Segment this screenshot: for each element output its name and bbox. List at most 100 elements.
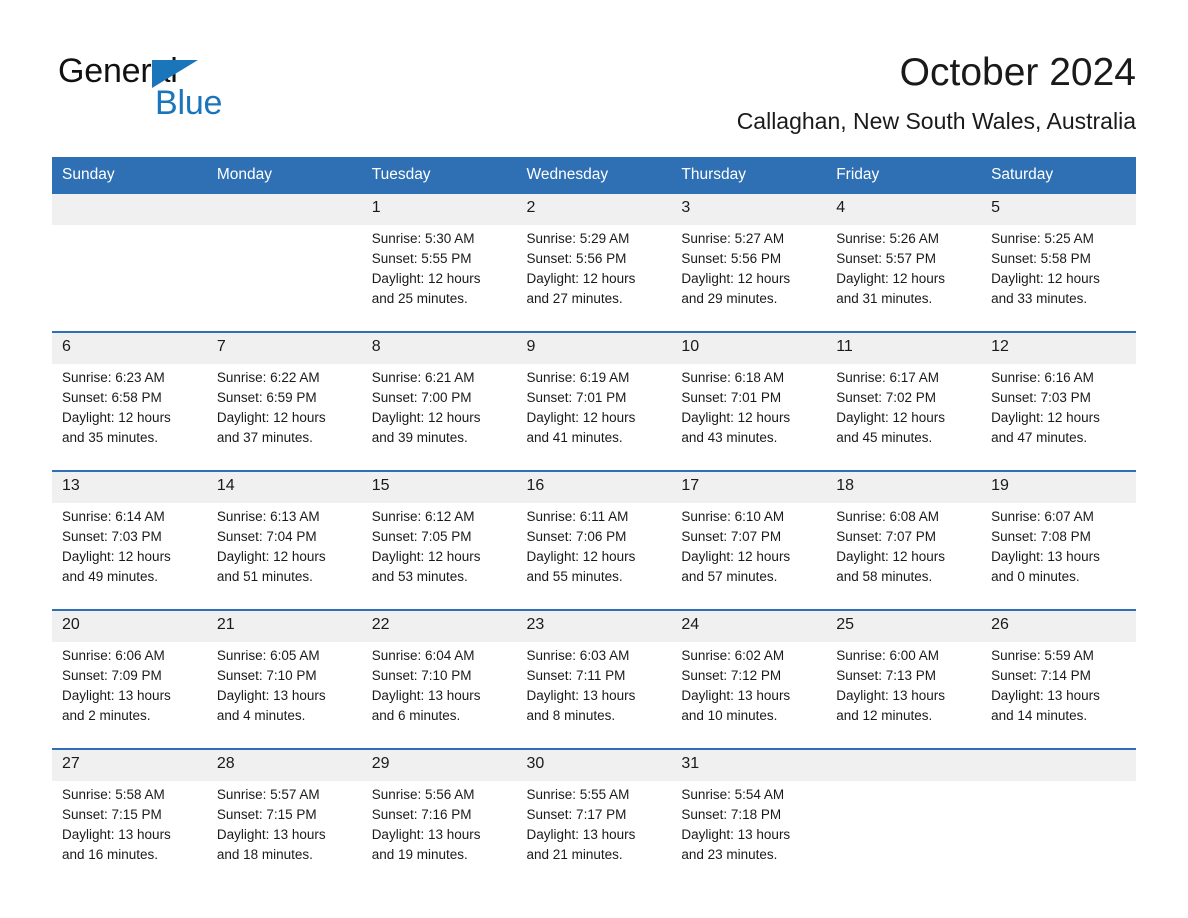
day-detail-cell[interactable]: Sunrise: 5:30 AM Sunset: 5:55 PM Daylight:…: [361, 225, 517, 331]
sunrise-text: Sunrise: 5:27 AM: [681, 231, 785, 246]
sunrise-text: Sunrise: 5:54 AM: [681, 787, 785, 802]
sunset-text: Sunset: 7:07 PM: [681, 529, 782, 544]
sunrise-sunset-calendar: Sunday Monday Tuesday Wednesday Thursday…: [52, 157, 1136, 887]
day-detail-cell[interactable]: Sunrise: 6:08 AM Sunset: 7:07 PM Daylight:…: [826, 503, 982, 609]
sunrise-text: Sunrise: 5:55 AM: [526, 787, 630, 802]
day-detail-cell[interactable]: Sunrise: 6:17 AM Sunset: 7:02 PM Daylight:…: [826, 364, 982, 470]
day-number-cell[interactable]: 30: [516, 750, 672, 781]
day-number-cell[interactable]: 13: [52, 472, 207, 503]
daylight-text-line1: Daylight: 13 hours: [681, 688, 791, 703]
sunrise-text: Sunrise: 6:18 AM: [681, 370, 785, 385]
day-number-cell[interactable]: 25: [826, 611, 982, 642]
day-number-cell[interactable]: 4: [826, 194, 982, 225]
sunrise-text: Sunrise: 5:59 AM: [991, 648, 1094, 663]
day-number-cell[interactable]: 1: [361, 194, 517, 225]
day-number-cell[interactable]: 21: [206, 611, 362, 642]
day-number-cell[interactable]: 22: [361, 611, 517, 642]
day-detail-cell[interactable]: Sunrise: 6:13 AM Sunset: 7:04 PM Daylight:…: [206, 503, 362, 609]
daylight-text-line1: Daylight: 13 hours: [371, 827, 481, 842]
daylight-text-line1: Daylight: 13 hours: [991, 549, 1100, 564]
day-number-cell[interactable]: 8: [361, 333, 517, 364]
day-number-cell[interactable]: 29: [361, 750, 517, 781]
daylight-text-line1: Daylight: 13 hours: [216, 688, 326, 703]
daylight-text-line1: Daylight: 13 hours: [681, 827, 791, 842]
table-row: 12345: [52, 194, 1136, 225]
weekday-header-thursday: Thursday: [671, 157, 827, 194]
day-number-cell[interactable]: 5: [981, 194, 1136, 225]
day-detail-cell[interactable]: Sunrise: 5:26 AM Sunset: 5:57 PM Daylight:…: [826, 225, 982, 331]
weekday-header-sunday: Sunday: [52, 157, 207, 194]
day-detail-cell[interactable]: Sunrise: 6:23 AM Sunset: 6:58 PM Daylight:…: [52, 364, 207, 470]
day-detail-cell[interactable]: Sunrise: 6:03 AM Sunset: 7:11 PM Daylight:…: [516, 642, 672, 748]
day-detail-cell[interactable]: Sunrise: 6:02 AM Sunset: 7:12 PM Daylight:…: [671, 642, 827, 748]
day-detail-cell[interactable]: Sunrise: 5:58 AM Sunset: 7:15 PM Daylight:…: [52, 781, 207, 887]
day-number-cell[interactable]: 11: [826, 333, 982, 364]
day-detail-cell[interactable]: Sunrise: 6:04 AM Sunset: 7:10 PM Daylight:…: [361, 642, 517, 748]
day-number-cell[interactable]: 6: [52, 333, 207, 364]
sunset-text: Sunset: 7:14 PM: [991, 668, 1091, 683]
day-detail-cell[interactable]: Sunrise: 5:29 AM Sunset: 5:56 PM Daylight:…: [516, 225, 672, 331]
day-number-cell[interactable]: 23: [516, 611, 672, 642]
day-detail-cell[interactable]: Sunrise: 6:10 AM Sunset: 7:07 PM Daylight:…: [671, 503, 827, 609]
day-detail-cell[interactable]: Sunrise: 6:07 AM Sunset: 7:08 PM Daylight:…: [981, 503, 1136, 609]
sunrise-text: Sunrise: 6:07 AM: [991, 509, 1094, 524]
day-number-cell[interactable]: 16: [516, 472, 672, 503]
day-number-cell[interactable]: 3: [671, 194, 827, 225]
sunset-text: Sunset: 7:00 PM: [371, 390, 472, 405]
day-detail-cell[interactable]: Sunrise: 6:06 AM Sunset: 7:09 PM Daylight:…: [52, 642, 207, 748]
logo-text-blue: Blue: [155, 84, 223, 122]
day-detail-cell[interactable]: Sunrise: 5:55 AM Sunset: 7:17 PM Daylight:…: [516, 781, 672, 887]
daylight-text-line2: and 16 minutes.: [62, 847, 159, 862]
sunrise-text: Sunrise: 6:11 AM: [526, 509, 629, 524]
generalblue-logo[interactable]: General Blue: [58, 52, 318, 122]
daylight-text-line2: and 27 minutes.: [526, 291, 623, 306]
daylight-text-line1: Daylight: 12 hours: [991, 410, 1100, 425]
day-detail-cell[interactable]: Sunrise: 5:56 AM Sunset: 7:16 PM Daylight:…: [361, 781, 517, 887]
day-detail-cell[interactable]: Sunrise: 5:25 AM Sunset: 5:58 PM Daylight:…: [981, 225, 1136, 331]
day-detail-cell[interactable]: Sunrise: 6:19 AM Sunset: 7:01 PM Daylight:…: [516, 364, 672, 470]
day-detail-cell[interactable]: Sunrise: 6:11 AM Sunset: 7:06 PM Daylight:…: [516, 503, 672, 609]
day-detail-cell[interactable]: Sunrise: 6:12 AM Sunset: 7:05 PM Daylight:…: [361, 503, 517, 609]
day-detail-cell[interactable]: Sunrise: 5:54 AM Sunset: 7:18 PM Daylight:…: [671, 781, 827, 887]
day-number-cell[interactable]: 17: [671, 472, 827, 503]
daylight-text-line2: and 35 minutes.: [62, 430, 159, 445]
day-number-cell[interactable]: 20: [52, 611, 207, 642]
day-number-cell[interactable]: 12: [981, 333, 1136, 364]
page-subtitle: Callaghan, New South Wales, Australia: [736, 108, 1136, 134]
daylight-text-line2: and 23 minutes.: [681, 847, 778, 862]
sunrise-text: Sunrise: 6:05 AM: [216, 648, 320, 663]
day-detail-cell[interactable]: Sunrise: 5:59 AM Sunset: 7:14 PM Daylight:…: [981, 642, 1136, 748]
day-detail-cell[interactable]: Sunrise: 6:18 AM Sunset: 7:01 PM Daylight:…: [671, 364, 827, 470]
day-detail-cell[interactable]: Sunrise: 6:21 AM Sunset: 7:00 PM Daylight:…: [361, 364, 517, 470]
day-detail-cell[interactable]: Sunrise: 5:57 AM Sunset: 7:15 PM Daylight:…: [206, 781, 362, 887]
sunrise-text: Sunrise: 6:10 AM: [681, 509, 785, 524]
day-number-cell[interactable]: 9: [516, 333, 672, 364]
sunrise-text: Sunrise: 5:58 AM: [62, 787, 165, 802]
day-number-cell[interactable]: 19: [981, 472, 1136, 503]
day-detail-cell[interactable]: Sunrise: 6:22 AM Sunset: 6:59 PM Daylight:…: [206, 364, 362, 470]
calendar-header: Sunday Monday Tuesday Wednesday Thursday…: [52, 157, 1136, 194]
sunrise-text: Sunrise: 6:17 AM: [836, 370, 940, 385]
daylight-text-line2: and 39 minutes.: [371, 430, 468, 445]
sunrise-text: Sunrise: 6:08 AM: [836, 509, 940, 524]
day-number-cell[interactable]: 2: [516, 194, 672, 225]
day-number-cell[interactable]: 26: [981, 611, 1136, 642]
day-number-cell[interactable]: 27: [52, 750, 207, 781]
day-number-cell[interactable]: 18: [826, 472, 982, 503]
day-detail-cell[interactable]: Sunrise: 6:14 AM Sunset: 7:03 PM Daylight:…: [52, 503, 207, 609]
day-number-cell[interactable]: 14: [206, 472, 362, 503]
day-detail-cell[interactable]: Sunrise: 6:05 AM Sunset: 7:10 PM Daylight:…: [206, 642, 362, 748]
day-number-cell[interactable]: 28: [206, 750, 362, 781]
sunset-text: Sunset: 7:16 PM: [371, 807, 472, 822]
day-number-cell[interactable]: 24: [671, 611, 827, 642]
day-detail-cell[interactable]: Sunrise: 6:16 AM Sunset: 7:03 PM Daylight:…: [981, 364, 1136, 470]
day-number-cell[interactable]: 10: [671, 333, 827, 364]
daylight-text-line2: and 51 minutes.: [216, 569, 313, 584]
day-number-cell[interactable]: 15: [361, 472, 517, 503]
day-detail-cell[interactable]: Sunrise: 5:27 AM Sunset: 5:56 PM Daylight:…: [671, 225, 827, 331]
day-detail-cell[interactable]: Sunrise: 6:00 AM Sunset: 7:13 PM Daylight:…: [826, 642, 982, 748]
day-number-cell[interactable]: 7: [206, 333, 362, 364]
weekday-header-wednesday: Wednesday: [516, 157, 672, 194]
day-number-cell[interactable]: 31: [671, 750, 827, 781]
sunrise-text: Sunrise: 5:26 AM: [836, 231, 940, 246]
